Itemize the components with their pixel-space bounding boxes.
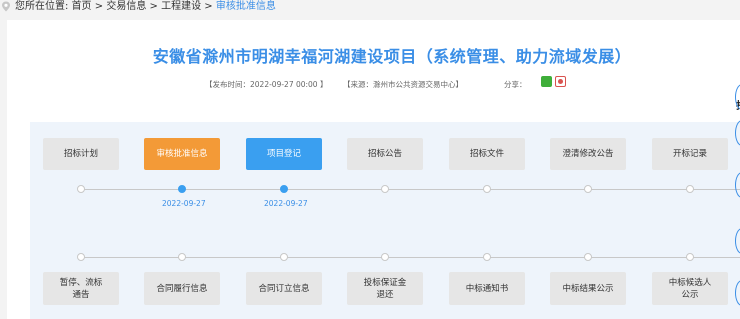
map-pin-icon: [2, 1, 10, 12]
timeline-dot: [686, 185, 694, 193]
timeline-dot-active: [178, 185, 186, 193]
page-title: 安徽省滁州市明湖幸福河湖建设项目（系统管理、助力流域发展）: [152, 47, 632, 66]
timeline-dot: [280, 253, 288, 261]
timeline-dot: [381, 253, 389, 261]
timeline-dot: [584, 185, 592, 193]
step-contract-performance[interactable]: 合同履行信息: [144, 272, 220, 305]
step-date: 2022-09-27: [162, 199, 206, 208]
step-clarification-notice[interactable]: 澄清修改公告: [550, 138, 626, 170]
breadcrumb-separator: >: [204, 1, 213, 12]
step-bid-opening-record[interactable]: 开标记录: [652, 138, 728, 170]
timeline-dot: [178, 253, 186, 261]
step-contract-signing[interactable]: 合同订立信息: [246, 272, 322, 305]
share-label: 分享：: [504, 80, 527, 89]
breadcrumb-item-trade-info[interactable]: 交易信息: [106, 1, 146, 12]
breadcrumb: 您所在位置: 首页 > 交易信息 > 工程建设 > 审核批准信息: [0, 0, 740, 17]
breadcrumb-item-construction[interactable]: 工程建设: [161, 1, 201, 12]
step-approval-info[interactable]: 审核批准信息: [144, 138, 220, 170]
step-project-registration[interactable]: 项目登记: [246, 138, 322, 170]
weibo-icon[interactable]: [555, 76, 566, 87]
timeline-dot: [584, 253, 592, 261]
wechat-icon[interactable]: [541, 76, 552, 87]
breadcrumb-separator: >: [149, 1, 158, 12]
source-info: 【来源：滁州市公共资源交易中心】: [343, 80, 463, 89]
step-deposit-refund[interactable]: 投标保证金 退还: [347, 272, 423, 305]
timeline-dot: [381, 185, 389, 193]
breadcrumb-separator: >: [94, 1, 104, 12]
breadcrumb-prefix: 您所在位置:: [15, 1, 69, 12]
timeline-dot: [483, 253, 491, 261]
timeline-dot: [686, 253, 694, 261]
step-bid-documents[interactable]: 招标文件: [449, 138, 525, 170]
step-date: 2022-09-27: [264, 199, 308, 208]
breadcrumb-item-home[interactable]: 首页: [72, 1, 92, 12]
step-candidate-publicity[interactable]: 中标候选人 公示: [652, 272, 728, 305]
timeline-dot-active: [280, 185, 288, 193]
step-bid-announcement[interactable]: 招标公告: [347, 138, 423, 170]
content-panel: 安徽省滁州市明湖幸福河湖建设项目（系统管理、助力流域发展） 【发布时间：2022…: [7, 20, 740, 319]
timeline-dot: [483, 185, 491, 193]
timeline-dot: [77, 185, 85, 193]
breadcrumb-item-approval[interactable]: 审核批准信息: [216, 1, 276, 12]
publish-time: 【发布时间：2022-09-27 00:00 】: [205, 80, 328, 89]
step-bid-plan[interactable]: 招标计划: [43, 138, 119, 170]
step-award-notice[interactable]: 中标通知书: [449, 272, 525, 305]
timeline-dot: [77, 253, 85, 261]
step-award-result[interactable]: 中标结果公示: [550, 272, 626, 305]
process-flow: 招标计划 审核批准信息 项目登记 招标公告 招标文件 澄清修改公告 开标记录 2…: [30, 122, 740, 319]
step-suspension-notice[interactable]: 暂停、流标 通告: [43, 272, 119, 305]
